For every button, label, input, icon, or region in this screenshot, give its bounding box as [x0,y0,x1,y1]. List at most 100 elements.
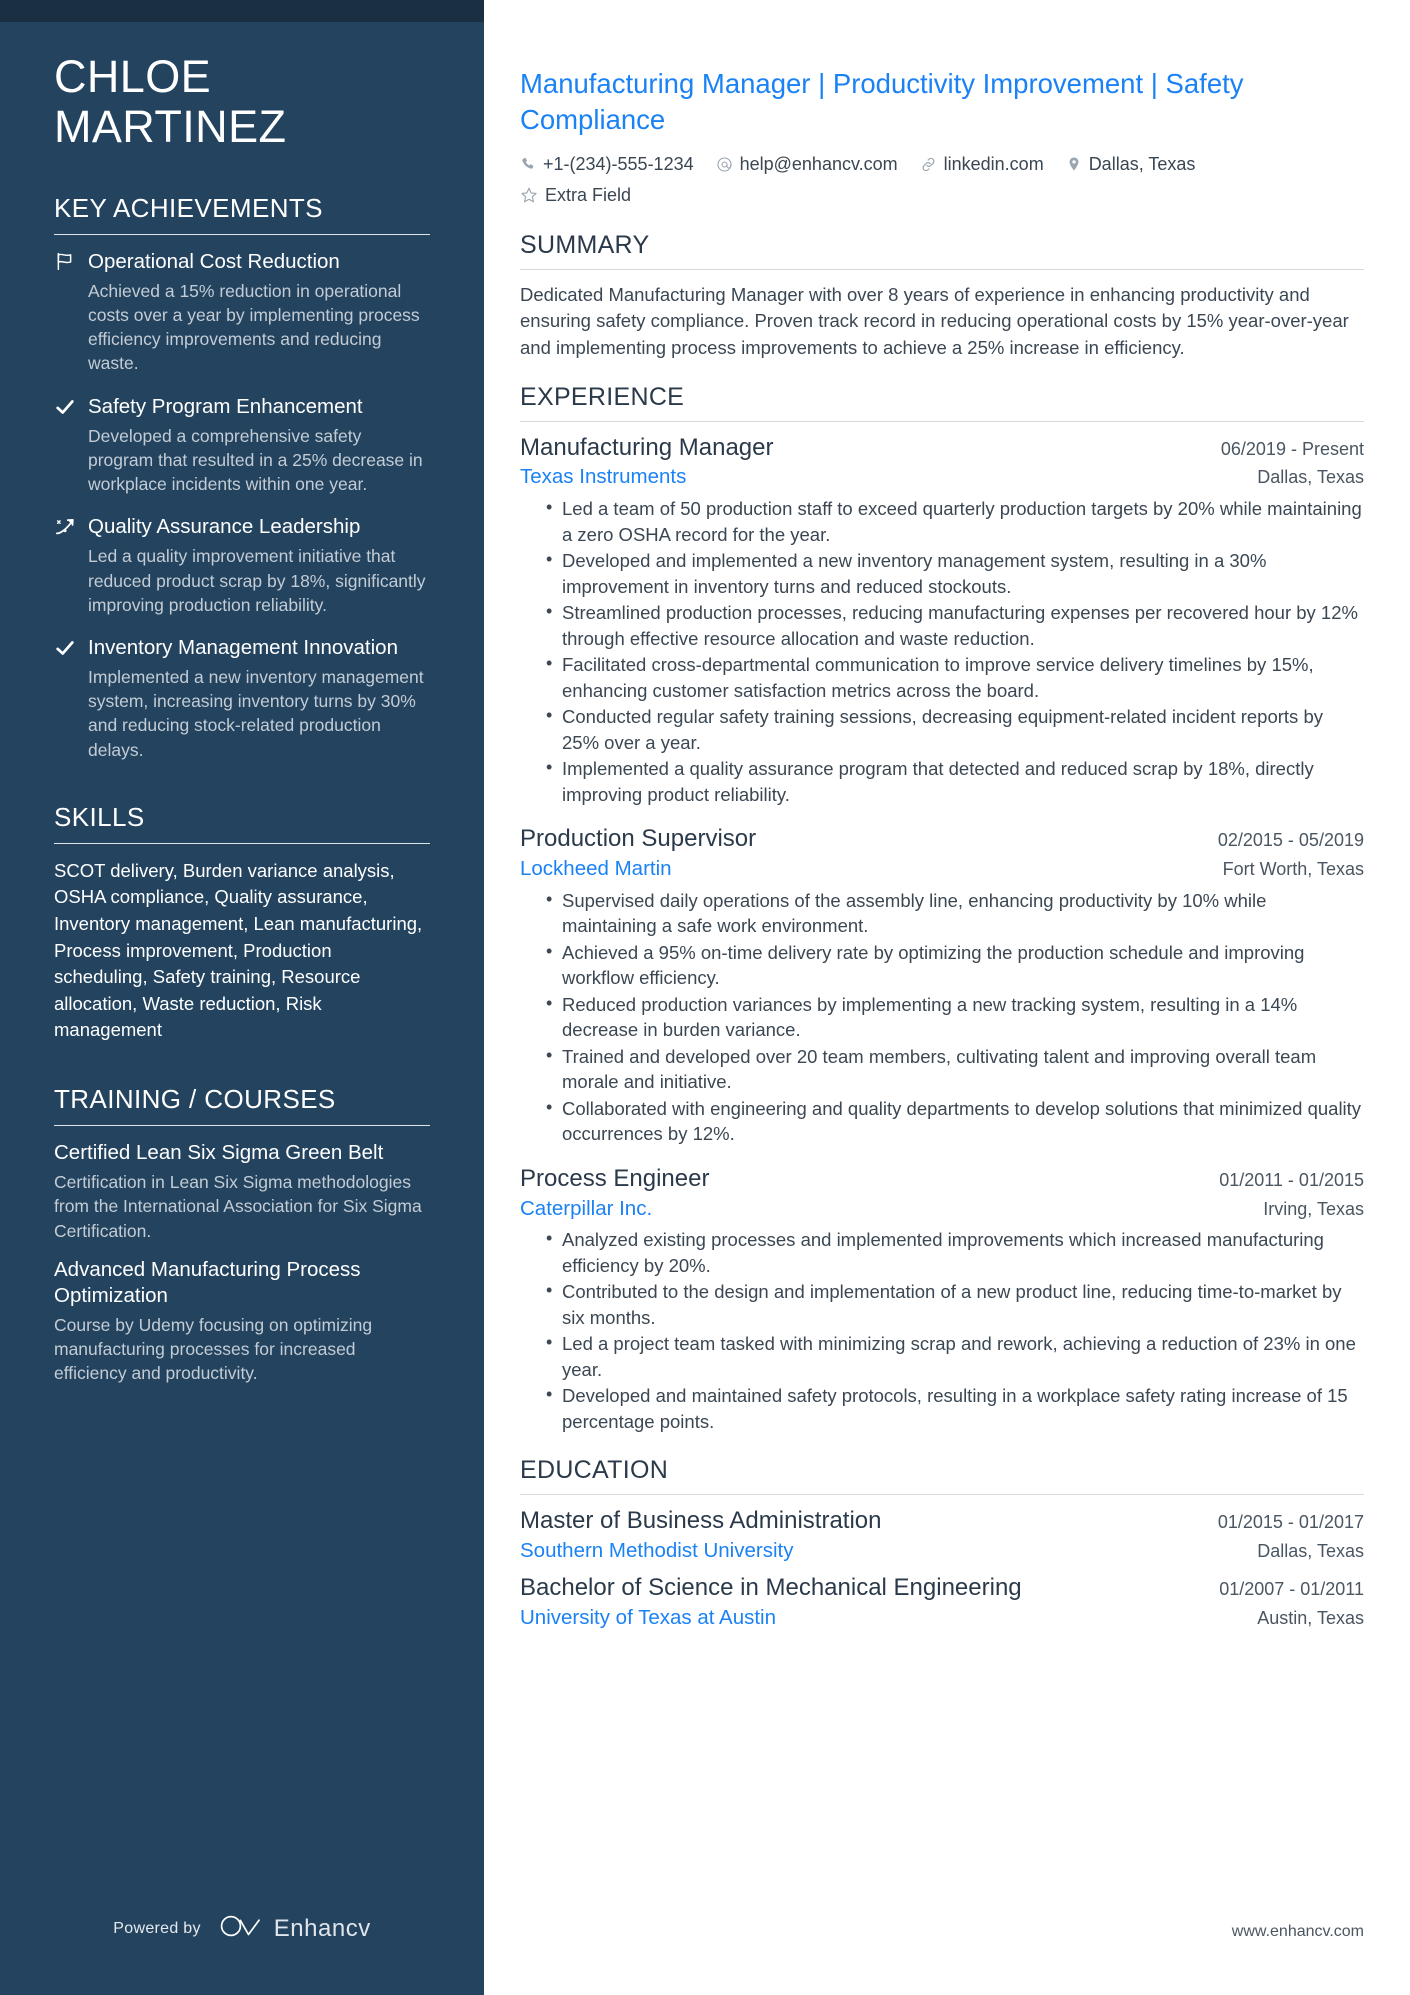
job-title: Production Supervisor [520,825,757,853]
education-entry: Bachelor of Science in Mechanical Engine… [520,1574,1364,1630]
bullet: Analyzed existing processes and implemen… [546,1226,1364,1278]
phone-icon [520,156,536,172]
flag-icon [54,249,88,376]
degree-title: Master of Business Administration [520,1507,882,1535]
bullet: Supervised daily operations of the assem… [546,887,1364,939]
check-icon [54,394,88,497]
degree-date: 01/2015 - 01/2017 [1217,1512,1364,1533]
divider [54,233,430,235]
school-name[interactable]: Southern Methodist University [520,1538,793,1564]
course-item: Advanced Manufacturing Process Optimizat… [54,1257,430,1386]
job-company[interactable]: Texas Instruments [520,464,686,490]
school-location: Dallas, Texas [1257,1541,1364,1562]
job-title: Process Engineer [520,1164,710,1192]
enhancv-logo: Enhancv [219,1914,371,1943]
email-icon [716,156,733,173]
school-name[interactable]: University of Texas at Austin [520,1605,776,1631]
check-icon [54,635,88,762]
resume-page: CHLOE MARTINEZ KEY ACHIEVEMENTS Operatio… [0,0,1410,1995]
contact-location[interactable]: Dallas, Texas [1066,150,1196,179]
contact-extra-field[interactable]: Extra Field [520,181,631,210]
degree-date: 01/2007 - 01/2011 [1219,1578,1364,1599]
divider [54,1125,430,1127]
education-section: EDUCATION Master of Business Administrat… [520,1456,1364,1630]
bullet: Developed and implemented a new inventor… [546,547,1364,599]
achievement-description: Implemented a new inventory management s… [88,667,424,760]
key-achievements-section: KEY ACHIEVEMENTS Operational Cost Reduct… [54,193,430,762]
summary-text: Dedicated Manufacturing Manager with ove… [520,284,1349,358]
bullet: Reduced production variances by implemen… [546,991,1364,1043]
contact-row-secondary: Extra Field [520,181,1364,210]
bullet: Led a team of 50 production staff to exc… [546,495,1364,547]
course-title: Advanced Manufacturing Process Optimizat… [54,1257,361,1307]
candidate-name: CHLOE MARTINEZ [54,0,430,153]
bullet: Streamlined production processes, reduci… [546,599,1364,651]
divider [520,420,1364,422]
star-icon [520,186,538,204]
contact-row-primary: +1-(234)-555-1234 help@enhancv.com linke… [520,150,1364,179]
achievement-item: Safety Program Enhancement Developed a c… [54,394,430,497]
achievement-item: Inventory Management Innovation Implemen… [54,635,430,762]
last-name: MARTINEZ [54,101,287,153]
sidebar-footer: Powered by Enhancv [0,1914,484,1943]
school-location: Austin, Texas [1257,1607,1364,1628]
job-company[interactable]: Lockheed Martin [520,856,672,882]
bullet: Facilitated cross-departmental communica… [546,651,1364,703]
link-icon [920,156,937,173]
skills-list: SCOT delivery, Burden variance analysis,… [54,859,423,1041]
job-location: Irving, Texas [1263,1198,1364,1219]
sidebar: CHLOE MARTINEZ KEY ACHIEVEMENTS Operatio… [0,0,484,1995]
achievement-description: Developed a comprehensive safety program… [88,425,423,495]
sidebar-top-strip [0,0,484,22]
education-heading: EDUCATION [520,1456,669,1485]
summary-heading: SUMMARY [520,231,650,260]
summary-section: SUMMARY Dedicated Manufacturing Manager … [520,231,1364,360]
job-company[interactable]: Caterpillar Inc. [520,1196,652,1222]
experience-entry: Manufacturing Manager 06/2019 - Present … [520,434,1364,808]
sparkle-arrow-icon [54,514,88,617]
contact-email[interactable]: help@enhancv.com [716,150,898,179]
job-title: Manufacturing Manager [520,433,774,461]
job-date: 01/2011 - 01/2015 [1219,1169,1364,1190]
training-courses-section: TRAINING / COURSES Certified Lean Six Si… [54,1084,430,1386]
training-courses-heading: TRAINING / COURSES [54,1084,336,1115]
bullet: Achieved a 95% on-time delivery rate by … [546,939,1364,991]
job-date: 06/2019 - Present [1220,438,1364,459]
divider [520,1494,1364,1496]
job-bullets: Led a team of 50 production staff to exc… [520,495,1364,807]
job-location: Fort Worth, Texas [1222,859,1364,880]
contact-phone-text: +1-(234)-555-1234 [543,153,694,174]
experience-section: EXPERIENCE Manufacturing Manager 06/2019… [520,383,1364,1435]
contact-phone[interactable]: +1-(234)-555-1234 [520,150,694,179]
bullet: Developed and maintained safety protocol… [546,1382,1364,1434]
degree-title: Bachelor of Science in Mechanical Engine… [520,1573,1022,1601]
divider [520,269,1364,271]
bullet: Collaborated with engineering and qualit… [546,1095,1364,1147]
achievement-description: Led a quality improvement initiative tha… [88,546,426,615]
contact-extra-field-text: Extra Field [545,184,632,205]
enhancv-wordmark: Enhancv [273,1914,371,1942]
job-location: Dallas, Texas [1257,467,1364,488]
bullet: Implemented a quality assurance program … [546,755,1364,807]
achievement-title: Safety Program Enhancement [88,394,363,418]
experience-entry: Production Supervisor 02/2015 - 05/2019 … [520,825,1364,1147]
contact-email-text: help@enhancv.com [739,153,898,174]
location-pin-icon [1066,156,1082,172]
job-bullets: Analyzed existing processes and implemen… [520,1226,1364,1434]
achievement-title: Operational Cost Reduction [88,249,340,273]
bullet: Trained and developed over 20 team membe… [546,1043,1364,1095]
contact-linkedin-text: linkedin.com [943,153,1044,174]
bullet: Contributed to the design and implementa… [546,1278,1364,1330]
course-description: Course by Udemy focusing on optimizing m… [54,1315,373,1384]
contact-location-text: Dallas, Texas [1088,153,1196,174]
course-item: Certified Lean Six Sigma Green Belt Cert… [54,1140,430,1243]
skills-section: SKILLS SCOT delivery, Burden variance an… [54,802,430,1044]
course-description: Certification in Lean Six Sigma methodol… [54,1172,422,1241]
contact-linkedin[interactable]: linkedin.com [920,150,1044,179]
achievement-title: Quality Assurance Leadership [88,515,361,539]
experience-heading: EXPERIENCE [520,382,685,411]
divider [54,842,430,844]
job-bullets: Supervised daily operations of the assem… [520,887,1364,1147]
education-entry: Master of Business Administration 01/201… [520,1507,1364,1563]
enhancv-mark-icon [219,1914,265,1943]
